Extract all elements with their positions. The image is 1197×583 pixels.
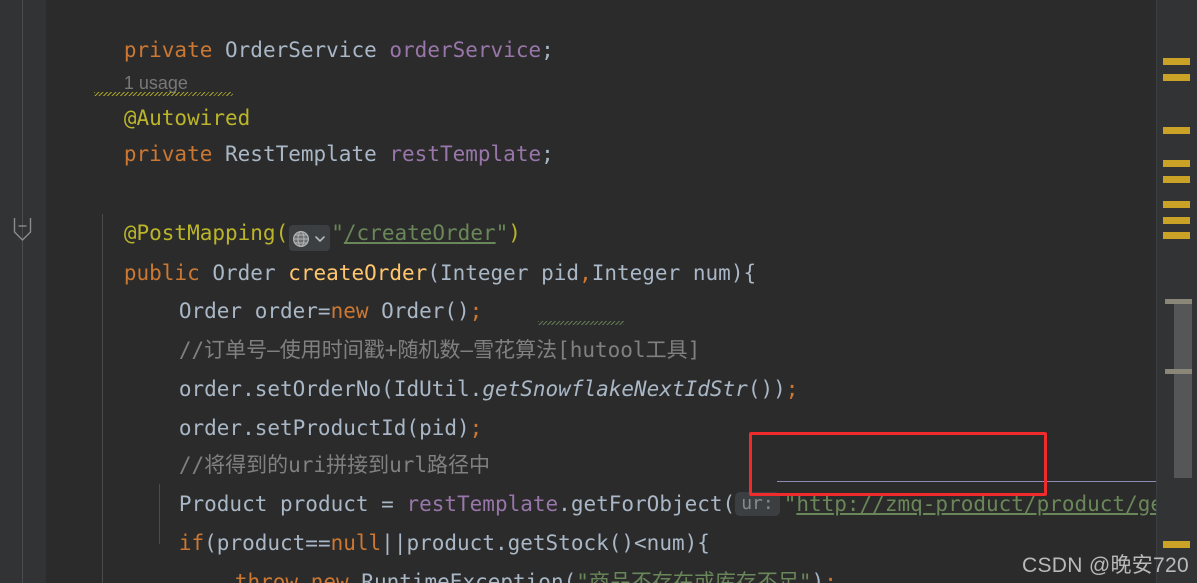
code-line-throw-exception[interactable]: throw new RuntimeException("商品不存在或库存不足")… (46, 522, 1156, 583)
warning-stripe[interactable] (1163, 201, 1190, 208)
code-line-field-resttemplate[interactable]: private RestTemplate restTemplate; (46, 94, 1156, 166)
scrollbar-marker-cap (1165, 369, 1192, 374)
code-line-close-brace[interactable]: } (46, 561, 1156, 583)
warning-stripe[interactable] (1163, 217, 1190, 224)
gutter-divider-line (22, 0, 23, 583)
warning-stripe[interactable] (1163, 232, 1190, 239)
warning-stripe[interactable] (1163, 160, 1190, 167)
url-link-underline (777, 481, 1156, 482)
code-line-comment-uri[interactable]: //将得到的uri拼接到url路径中 (46, 405, 1156, 477)
token-field: restTemplate (389, 142, 542, 166)
token-class: RestTemplate (225, 142, 390, 166)
csdn-watermark: CSDN @晚安720 (1022, 554, 1189, 577)
scrollbar-marker-cap (1165, 299, 1192, 304)
warning-stripe[interactable] (1163, 127, 1190, 134)
code-line-postmapping-annotation[interactable]: @PostMapping("/createOrder") (46, 173, 1156, 251)
token-keyword: private (123, 142, 226, 166)
code-line-usage-hint[interactable]: 1 usage (46, 22, 1156, 93)
code-fold-collapse-icon[interactable] (13, 218, 32, 242)
code-line-set-orderno[interactable]: order.setOrderNo(IdUtil.getSnowflakeNext… (46, 329, 1156, 401)
warning-stripe[interactable] (1163, 58, 1190, 65)
code-line-stock-check[interactable]: if(product==null||product.getStock()<num… (46, 483, 1156, 555)
marker-bar-divider (1156, 0, 1157, 583)
vertical-scrollbar-thumb[interactable] (1174, 302, 1192, 478)
code-editor-window: private OrderService orderService; 1 usa… (0, 0, 1197, 583)
code-line-set-productid[interactable]: order.setProductId(pid); (46, 368, 1156, 440)
warning-stripe[interactable] (1163, 176, 1190, 183)
hutool-spellcheck-underline (538, 321, 624, 325)
editor-marker-bar[interactable] (1156, 0, 1197, 583)
token-punct: ; (541, 142, 554, 166)
warning-stripe[interactable] (1163, 74, 1190, 81)
warning-stripe[interactable] (1163, 541, 1190, 548)
code-line-method-signature[interactable]: public Order createOrder(Integer pid,Int… (46, 213, 1156, 285)
editor-gutter[interactable] (0, 0, 46, 583)
code-line-getforobject[interactable]: Product product = restTemplate.getForObj… (46, 444, 1176, 516)
code-line-new-order[interactable]: Order order=new Order(); (46, 251, 1156, 323)
code-text-area[interactable]: private OrderService orderService; 1 usa… (46, 0, 1176, 583)
